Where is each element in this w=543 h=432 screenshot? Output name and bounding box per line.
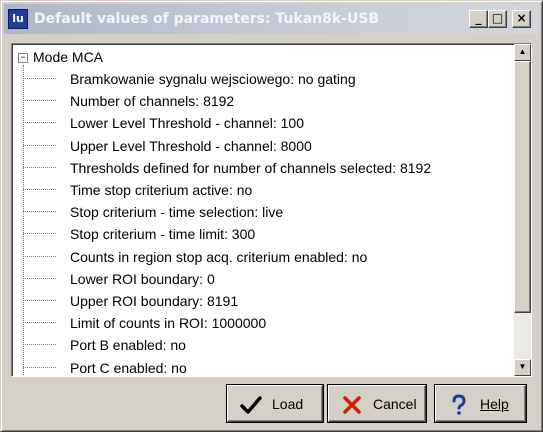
collapse-icon[interactable]: −: [18, 53, 28, 63]
tree-branch-line: [23, 189, 56, 190]
x-icon: [341, 394, 363, 416]
tree-branch-line: [23, 366, 56, 368]
tree-item-label: Lower Level Threshold - channel: 100: [70, 115, 305, 132]
tree-item-label: Stop criterium - time limit: 300: [70, 226, 256, 243]
help-button-label: Help: [480, 396, 509, 412]
tree-item-label: Thresholds defined for number of channel…: [70, 159, 432, 176]
tree-branch-line: [23, 255, 56, 257]
scroll-up-arrow-icon[interactable]: ▲: [514, 44, 531, 61]
minimize-button[interactable]: _: [469, 10, 488, 28]
tree-root-label: Mode MCA: [33, 49, 104, 65]
dialog-window: lu Default values of parameters: Tukan8k…: [0, 0, 543, 432]
load-button-label: Load: [272, 396, 304, 412]
tree-branch-line: [23, 344, 56, 346]
tree-item-label: Time stop criterium active: no: [70, 182, 253, 198]
maximize-button[interactable]: □: [488, 10, 507, 28]
load-button[interactable]: Load: [227, 385, 323, 422]
tree-item-label: Number of channels: 8192: [70, 93, 235, 110]
app-icon[interactable]: lu: [8, 9, 28, 29]
tree-branch-line: [23, 166, 56, 168]
tree-item-label: Upper Level Threshold - channel: 8000: [70, 137, 312, 154]
tree-connector-line: [23, 65, 24, 376]
vertical-scrollbar[interactable]: ▲ ▼: [514, 44, 531, 376]
tree-branch-line: [23, 211, 56, 213]
tree-item-label: Bramkowanie sygnalu wejsciowego: no gati…: [70, 71, 356, 87]
tree-item-label: Port C enabled: no: [70, 359, 187, 376]
cancel-button-label: Cancel: [373, 396, 417, 412]
help-button[interactable]: Help: [435, 385, 526, 422]
tree-item-label: Counts in region stop acq. criterium ena…: [70, 248, 368, 265]
tree-branch-line: [23, 233, 56, 235]
cancel-button[interactable]: Cancel: [328, 385, 426, 422]
tree-branch-line: [23, 100, 56, 102]
tree-item-label: Upper ROI boundary: 8191: [70, 293, 239, 309]
tree-item-label: Limit of counts in ROI: 1000000: [70, 315, 267, 332]
tree-branch-line: [23, 122, 56, 124]
tree-branch-line: [23, 144, 56, 146]
window-title: Default values of parameters: Tukan8k-US…: [34, 11, 380, 27]
tree-item-label: Stop criterium - time selection: live: [70, 204, 284, 221]
tree-branch-line: [23, 78, 56, 79]
tree-branch-line: [23, 300, 56, 301]
tree-item-label: Port B enabled: no: [70, 337, 186, 354]
question-icon: [448, 394, 470, 416]
tree-branch-line: [23, 277, 56, 279]
title-bar[interactable]: lu Default values of parameters: Tukan8k…: [4, 4, 539, 34]
close-button[interactable]: ×: [512, 10, 531, 28]
tree-branch-line: [23, 322, 56, 324]
tree-item-label: Lower ROI boundary: 0: [70, 270, 215, 287]
checkmark-icon: [240, 394, 262, 416]
scrollbar-thumb[interactable]: [514, 61, 531, 313]
scroll-down-arrow-icon[interactable]: ▼: [514, 359, 531, 376]
parameters-tree[interactable]: − Mode MCA Bramkowanie sygnalu wejsciowe…: [11, 43, 532, 377]
